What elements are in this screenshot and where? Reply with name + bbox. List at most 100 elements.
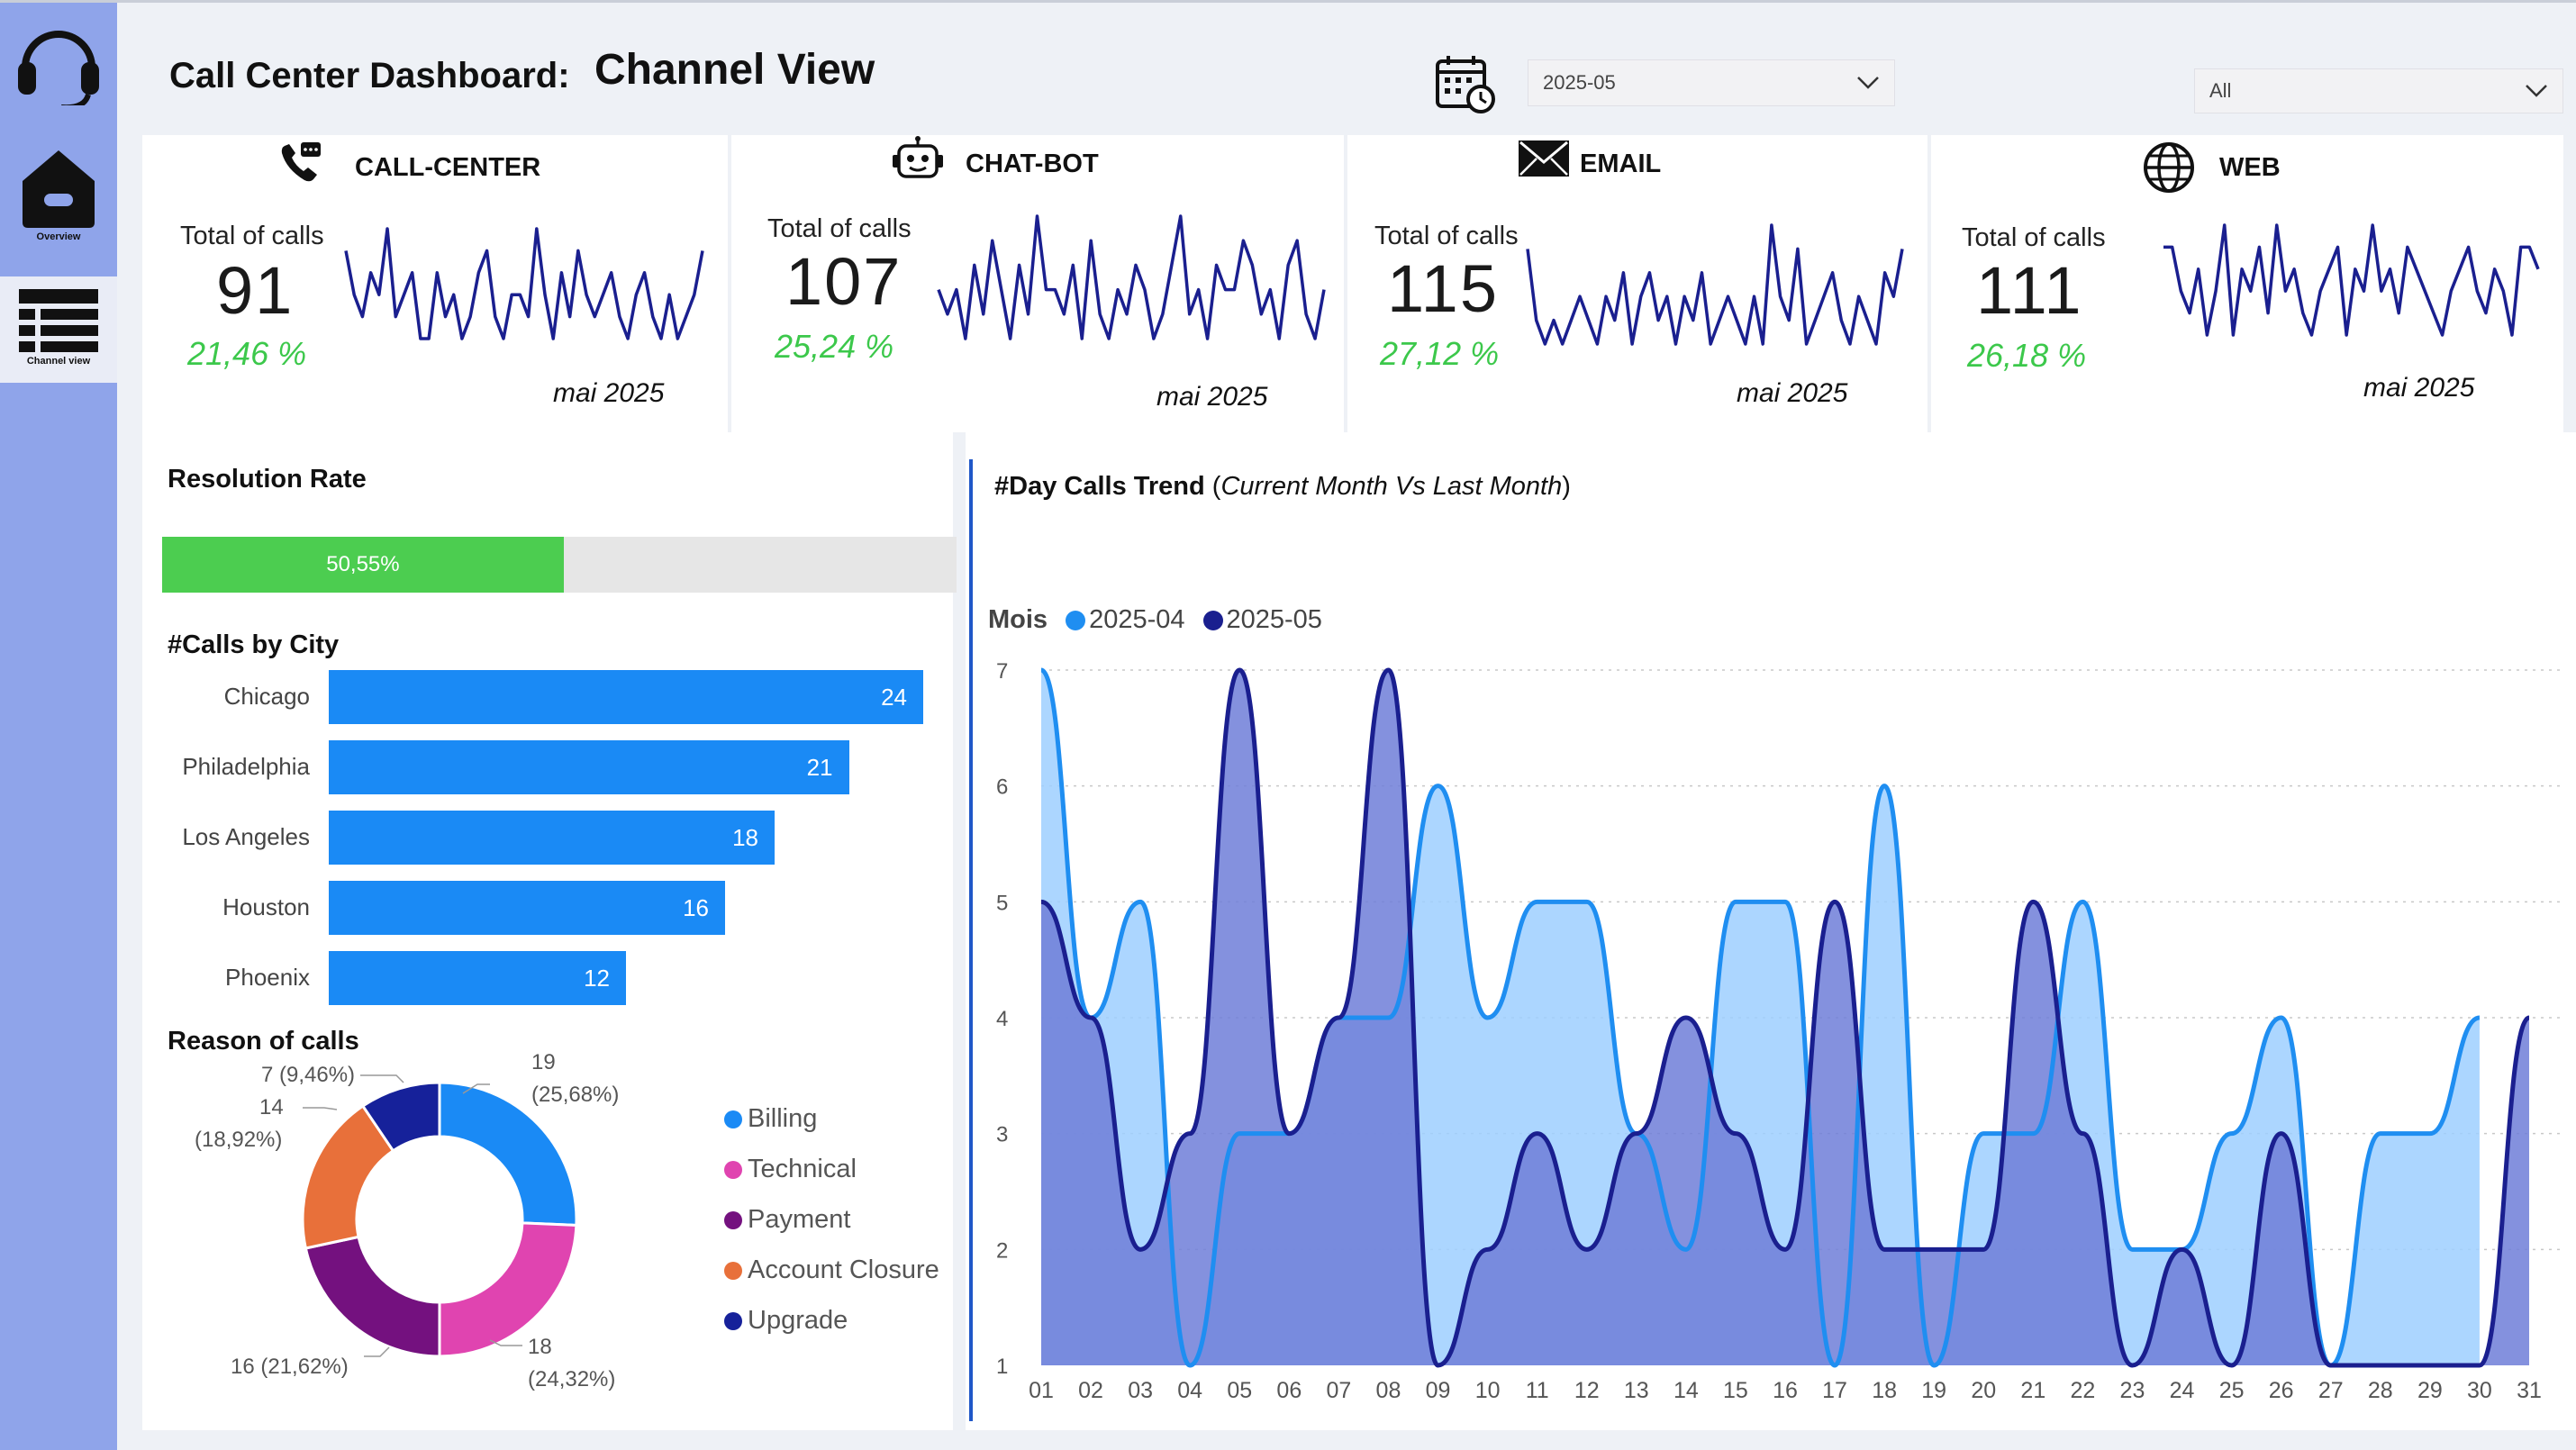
card-title: EMAIL [1580,150,1662,178]
sparkline [344,227,704,340]
home-icon [23,150,95,228]
city-bar[interactable]: 12 [329,951,626,1005]
x-tick-label: 10 [1475,1378,1501,1403]
total-calls-label: Total of calls [1374,222,1519,250]
y-tick-label: 5 [996,891,1008,915]
x-tick-label: 20 [1971,1378,1996,1403]
donut-label-billing-pct: (25,68%) [531,1083,620,1107]
x-tick-label: 16 [1773,1378,1798,1403]
legend-upgrade-label: Upgrade [748,1306,848,1335]
x-tick-label: 26 [2269,1378,2294,1403]
sidebar: Overview Channel view [0,3,117,1450]
trend-title-main: #Day Calls Trend [994,472,1205,501]
legend-payment-label: Payment [748,1205,851,1234]
legend-billing[interactable]: Billing [724,1104,817,1134]
donut-label-technical: 18 [528,1335,552,1359]
trend-title: #Day Calls Trend (Current Month Vs Last … [994,472,1571,501]
day-calls-trend-chart: 123456701 02 03 04 05 06 07 08 09 10 11 12 13 14 15 16 1… [996,659,2565,1403]
filter-dropdown-value: All [2209,79,2232,102]
donut-label-account-closure-pct: (18,92%) [195,1128,283,1152]
resolution-rate-fill: 50,55% [162,537,564,593]
y-tick-label: 3 [996,1123,1008,1147]
x-tick-label: 02 [1078,1378,1103,1403]
legend-technical[interactable]: Technical [724,1155,857,1184]
x-tick-label: 22 [2070,1378,2095,1403]
headset-icon [18,31,99,105]
kpi-card-chat-bot: CHAT-BOT Total of calls 107 25,24 % mai … [731,135,1344,432]
calendar-clock-icon [1436,56,1495,113]
trend-title-sub: Current Month Vs Last Month [1220,472,1563,501]
total-calls-value: 115 [1387,251,1499,326]
x-tick-label: 25 [2219,1378,2245,1403]
legend-upgrade[interactable]: Upgrade [724,1306,848,1336]
city-bar[interactable]: 21 [329,740,849,794]
x-tick-label: 28 [2368,1378,2393,1403]
city-bar[interactable]: 18 [329,811,775,865]
share-percent: 21,46 % [187,335,307,372]
filter-dropdown[interactable]: All [2194,68,2563,113]
sparkline-line [1526,223,1904,346]
reason-of-calls-title: Reason of calls [168,1027,359,1056]
phone-chat-icon [281,142,321,182]
city-name: Houston [222,893,310,920]
legend-technical-label: Technical [748,1155,857,1183]
donut-label-payment: 16 (21,62%) [231,1355,349,1379]
total-calls-value: 91 [216,253,295,328]
kpi-card-call-center: CALL-CENTER Total of calls 91 21,46 % ma… [142,135,728,432]
nav-overview-label: Overview [36,231,81,242]
card-title: CALL-CENTER [355,153,541,182]
x-tick-label: 04 [1177,1378,1202,1403]
x-tick-label: 30 [2467,1378,2492,1403]
headset-logo [0,15,117,105]
city-name: Chicago [223,683,310,710]
share-percent: 26,18 % [1967,337,2087,374]
resolution-rate-label: 50,55% [326,552,400,576]
total-calls-label: Total of calls [767,214,912,243]
x-tick-label: 17 [1822,1378,1847,1403]
legend-billing-label: Billing [748,1104,818,1133]
city-bar[interactable]: 24 [329,670,923,724]
x-tick-label: 18 [1872,1378,1897,1403]
resolution-rate-title: Resolution Rate [168,465,367,494]
month-dropdown-value: 2025-05 [1543,71,1616,94]
legend-payment[interactable]: Payment [724,1205,850,1235]
total-calls-value: 107 [785,244,903,319]
x-tick-label: 06 [1276,1378,1302,1403]
donut-label-technical-pct: (24,32%) [528,1367,616,1391]
share-percent: 27,12 % [1380,335,1500,372]
x-tick-label: 01 [1029,1378,1054,1403]
x-tick-label: 05 [1227,1378,1252,1403]
x-tick-label: 24 [2170,1378,2195,1403]
total-calls-label: Total of calls [1962,223,2106,252]
x-tick-label: 27 [2318,1378,2344,1403]
city-bar[interactable]: 16 [329,881,725,935]
donut-label-upgrade: 7 (9,46%) [261,1063,356,1087]
month-dropdown[interactable]: 2025-05 [1528,59,1895,106]
x-tick-label: 21 [2020,1378,2045,1403]
nav-channel-view[interactable]: Channel view [0,276,117,383]
x-tick-label: 08 [1376,1378,1401,1403]
x-tick-label: 23 [2120,1378,2145,1403]
y-tick-label: 1 [996,1355,1008,1379]
sparkline [1526,223,1904,346]
sparkline-line [937,214,1326,340]
total-calls-value: 111 [1976,253,2083,328]
kpi-card-email: EMAIL Total of calls 115 27,12 % mai 202… [1347,135,1927,432]
legend-account-closure[interactable]: Account Closure [724,1255,939,1285]
donut-label-billing: 19 [531,1050,556,1074]
city-name: Phoenix [225,964,310,991]
sparkline [937,214,1326,340]
city-name: Los Angeles [182,823,310,850]
calls-by-city-title: #Calls by City [168,630,340,659]
x-tick-label: 13 [1624,1378,1649,1403]
y-tick-label: 4 [996,1007,1008,1031]
table-list-icon [19,289,98,352]
sparkline [2163,223,2540,337]
share-percent: 25,24 % [775,328,894,365]
x-tick-label: 11 [1526,1378,1549,1403]
legend-account-closure-label: Account Closure [748,1255,939,1284]
city-name: Philadelphia [182,753,310,780]
card-title: CHAT-BOT [966,150,1099,178]
card-title: WEB [2219,153,2281,182]
nav-overview[interactable]: Overview [0,147,117,242]
